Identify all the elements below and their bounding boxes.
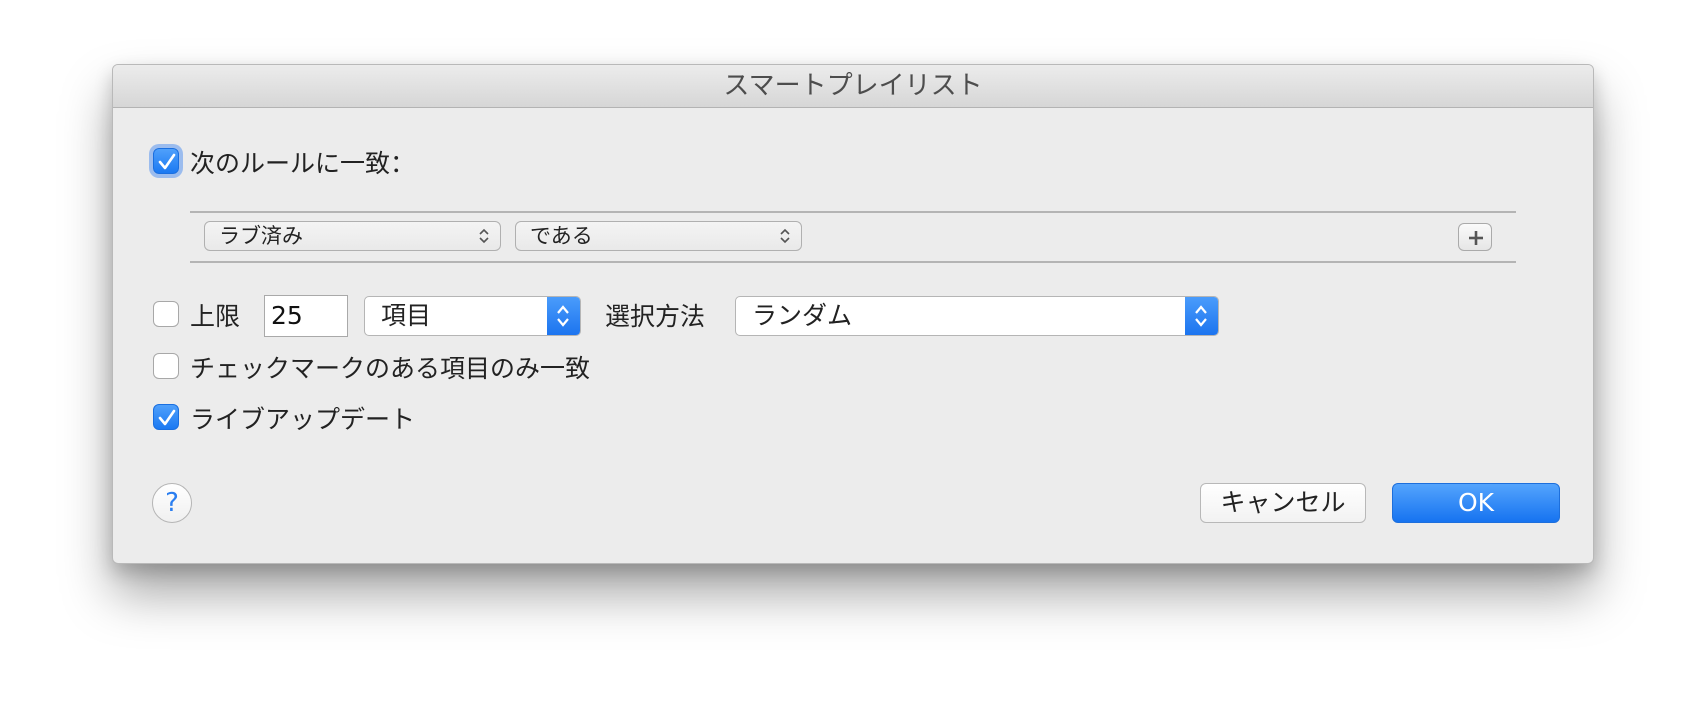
checkmark-icon <box>158 409 176 426</box>
selection-method-stepper <box>1185 297 1218 335</box>
rule-field-popup[interactable]: ラブ済み <box>204 221 501 251</box>
smart-playlist-dialog: スマートプレイリスト 次のルールに一致： ラブ済み である 上限 25 項目 選… <box>112 64 1594 564</box>
match-rules-label: 次のルールに一致： <box>190 149 416 178</box>
rule-operator-popup[interactable]: である <box>515 221 802 251</box>
rule-operator-value: である <box>530 224 593 248</box>
limit-checkbox[interactable] <box>153 301 179 327</box>
ok-button[interactable]: OK <box>1392 483 1560 523</box>
cancel-button[interactable]: キャンセル <box>1200 483 1366 523</box>
limit-unit-stepper <box>547 297 580 335</box>
live-update-checkbox[interactable] <box>153 404 179 430</box>
limit-unit-value: 項目 <box>381 301 432 330</box>
live-update-label: ライブアップデート <box>190 405 416 434</box>
checked-only-label: チェックマークのある項目のみ一致 <box>190 354 591 383</box>
updown-chevron-icon <box>479 228 489 244</box>
limit-count-field[interactable]: 25 <box>264 295 348 337</box>
checkmark-icon <box>158 153 176 170</box>
checked-only-checkbox[interactable] <box>153 353 179 379</box>
limit-label: 上限 <box>190 302 241 331</box>
updown-chevron-icon <box>557 305 569 327</box>
add-rule-button[interactable] <box>1458 223 1492 251</box>
updown-chevron-icon <box>1195 305 1207 327</box>
limit-unit-select[interactable]: 項目 <box>364 296 581 336</box>
help-button[interactable]: ? <box>152 483 192 523</box>
plus-icon <box>1469 231 1483 245</box>
selection-method-value: ランダム <box>752 301 853 330</box>
updown-chevron-icon <box>780 228 790 244</box>
selection-method-label: 選択方法 <box>605 302 706 331</box>
rule-field-value: ラブ済み <box>219 224 303 248</box>
selection-method-select[interactable]: ランダム <box>735 296 1219 336</box>
rule-top-divider <box>190 211 1516 213</box>
dialog-title: スマートプレイリスト <box>113 65 1593 108</box>
rule-bottom-divider <box>190 261 1516 263</box>
match-rules-checkbox[interactable] <box>153 148 179 174</box>
stage: スマートプレイリスト 次のルールに一致： ラブ済み である 上限 25 項目 選… <box>0 0 1704 722</box>
